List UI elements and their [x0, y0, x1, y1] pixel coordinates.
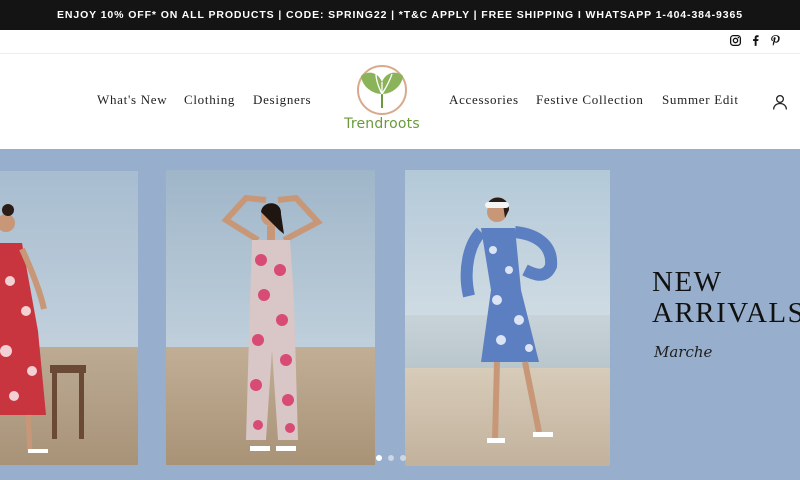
hero-headline-line-1: NEW — [652, 266, 723, 298]
nav-accessories[interactable]: Accessories — [449, 92, 519, 108]
hero-photo-model-pink-jumpsuit[interactable] — [166, 170, 375, 465]
header-divider — [0, 53, 800, 54]
model-figure-blue-dress — [460, 197, 558, 443]
hero-headline-line-2: ARRIVALS — [652, 297, 800, 329]
facebook-icon[interactable] — [749, 34, 762, 47]
nav-whats-new[interactable]: What's New — [97, 92, 167, 108]
nav-festive-collection[interactable]: Festive Collection — [536, 92, 644, 108]
site-logo[interactable]: Trendroots — [338, 64, 426, 138]
nav-designers[interactable]: Designers — [253, 92, 311, 108]
hero-banner[interactable]: NEW ARRIVALS Marche — [0, 149, 800, 480]
hero-headline: NEW ARRIVALS — [652, 267, 800, 329]
hero-photo-model-blue-shirt-dress[interactable] — [405, 170, 610, 466]
slider-dots — [376, 455, 406, 461]
account-icon[interactable] — [771, 93, 789, 111]
pinterest-icon[interactable] — [769, 34, 782, 47]
slider-dot-1[interactable] — [376, 455, 382, 461]
slider-dot-3[interactable] — [400, 455, 406, 461]
announcement-bar: ENJOY 10% OFF* ON ALL PRODUCTS | CODE: S… — [0, 0, 800, 30]
instagram-icon[interactable] — [729, 34, 742, 47]
model-figure-red-dress — [0, 204, 86, 453]
slider-dot-2[interactable] — [388, 455, 394, 461]
nav-clothing[interactable]: Clothing — [184, 92, 235, 108]
model-figure-pink-jumpsuit — [221, 194, 323, 451]
ginkgo-leaf-logo-icon — [357, 65, 407, 115]
nav-summer-edit[interactable]: Summer Edit — [662, 92, 739, 108]
announcement-text: ENJOY 10% OFF* ON ALL PRODUCTS | CODE: S… — [56, 9, 744, 21]
hero-signature: Marche — [654, 343, 713, 361]
social-links — [729, 30, 782, 50]
hero-photo-model-red-print-dress[interactable] — [0, 171, 138, 465]
logo-text: Trendroots — [344, 116, 420, 132]
